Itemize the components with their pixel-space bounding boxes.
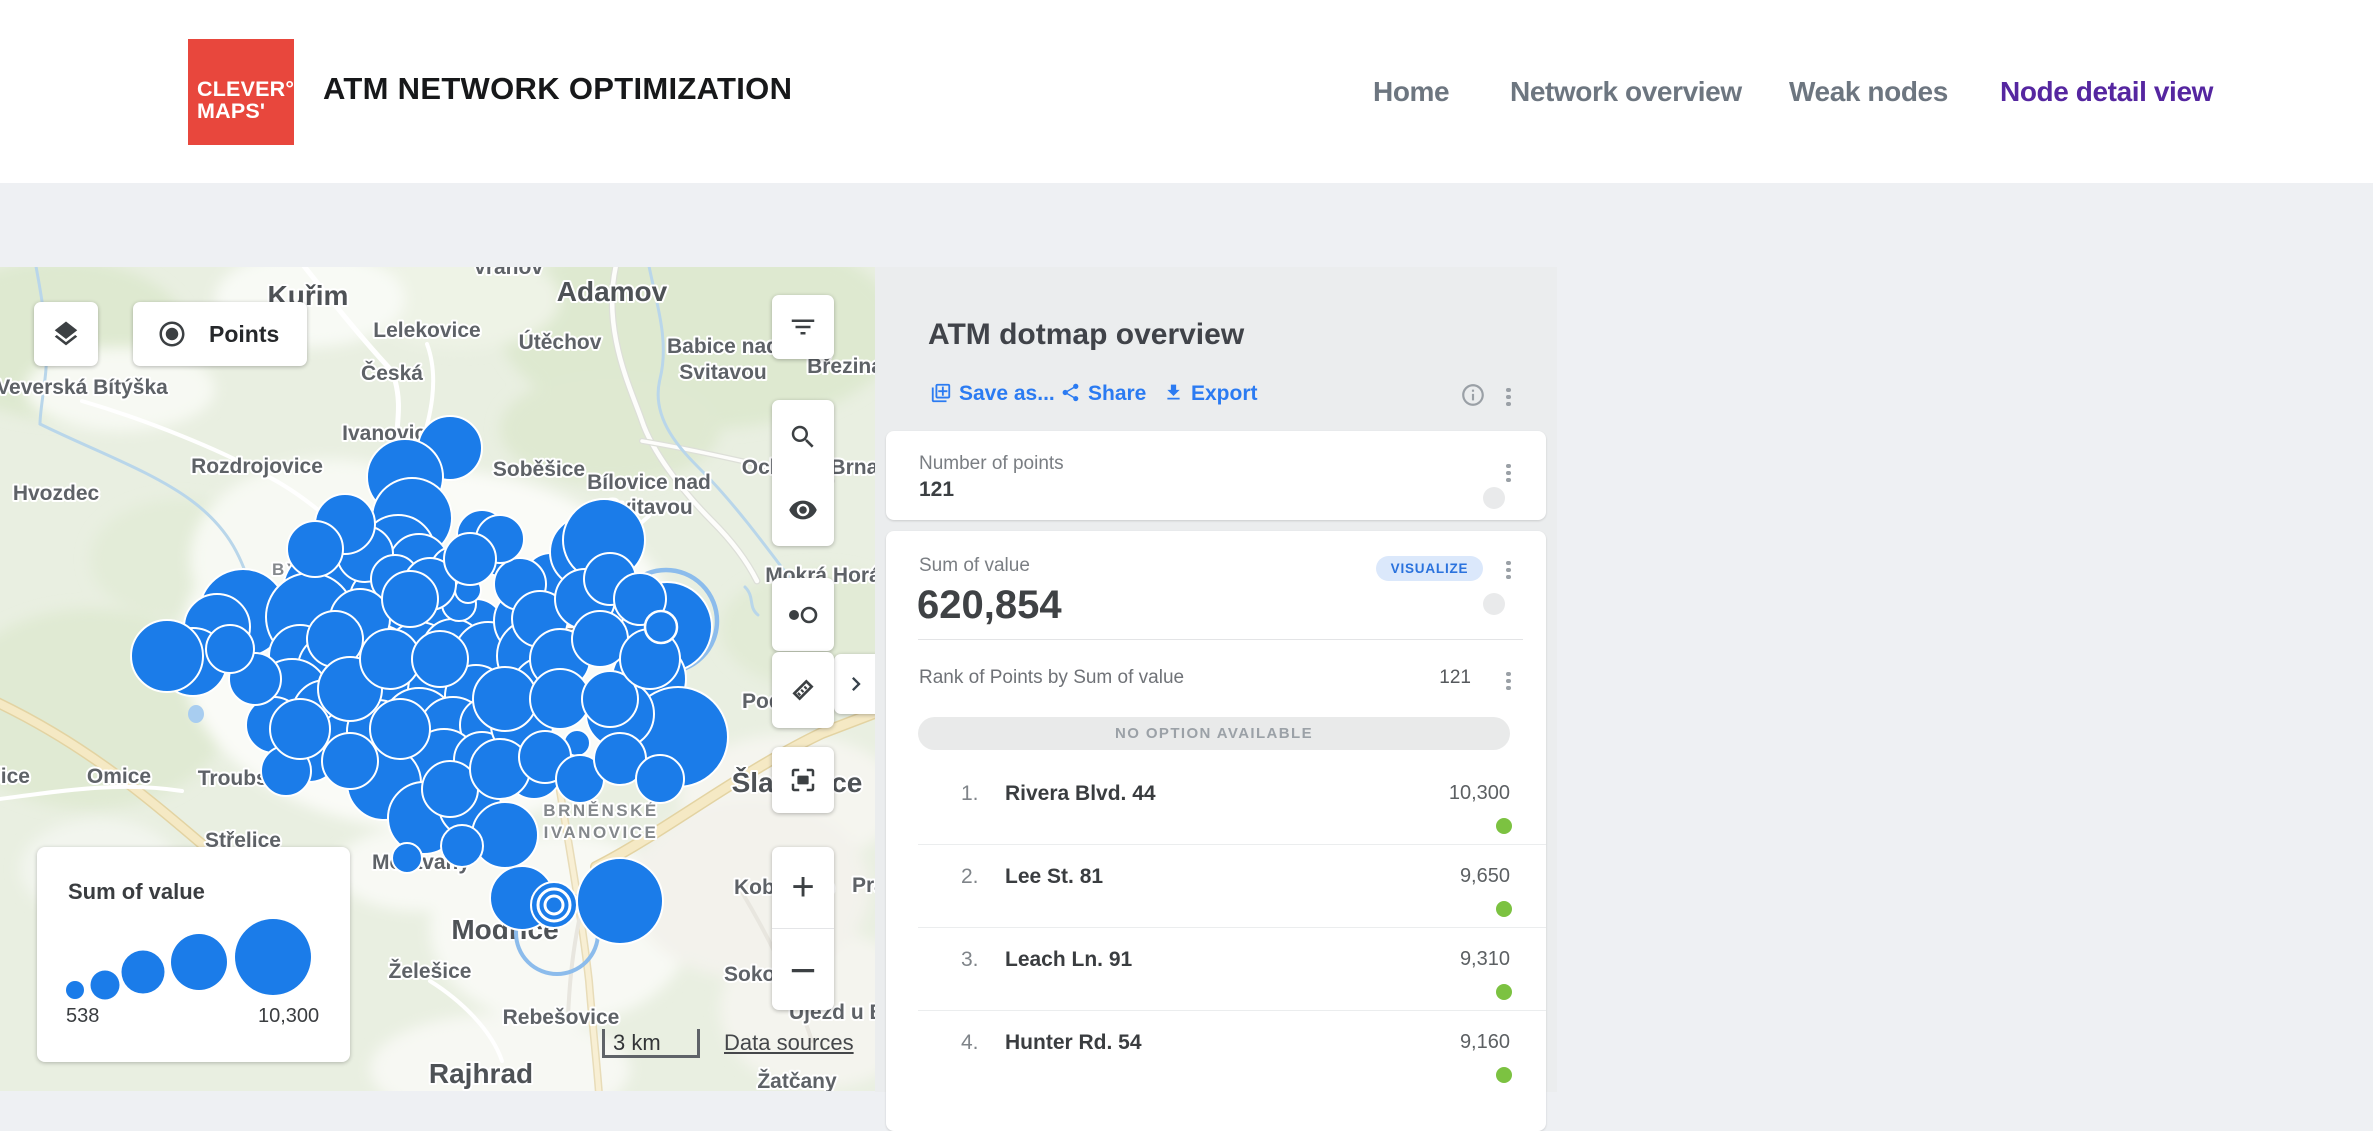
svg-text:Svitavou: Svitavou: [679, 361, 767, 384]
svg-text:Lelekovice: Lelekovice: [373, 319, 480, 342]
svg-text:Adamov: Adamov: [557, 276, 668, 307]
svg-text:Rozdrojovice: Rozdrojovice: [191, 455, 323, 478]
svg-text:Bílovice nad: Bílovice nad: [587, 471, 711, 494]
svg-text:Práce: Práce: [852, 874, 875, 897]
svg-text:Žatčany: Žatčany: [757, 1069, 837, 1091]
svg-text:Omice: Omice: [87, 765, 151, 788]
svg-text:tčice: tčice: [0, 765, 30, 788]
svg-text:Babice nad: Babice nad: [667, 335, 779, 358]
svg-text:BRNĚNSKÉ: BRNĚNSKÉ: [543, 801, 658, 820]
svg-text:Útěchov: Útěchov: [519, 330, 602, 354]
svg-text:Česká: Česká: [361, 361, 423, 385]
svg-text:IVANOVICE: IVANOVICE: [544, 823, 659, 842]
svg-text:Hvozdec: Hvozdec: [13, 482, 100, 505]
svg-text:Želešice: Želešice: [389, 959, 472, 983]
svg-text:Soběšice: Soběšice: [493, 458, 585, 481]
svg-text:Vranov: Vranov: [473, 267, 543, 279]
svg-text:Veverská Bítýška: Veverská Bítýška: [0, 376, 168, 399]
svg-text:Rajhrad: Rajhrad: [429, 1058, 533, 1089]
svg-text:Rebešovice: Rebešovice: [503, 1006, 620, 1029]
